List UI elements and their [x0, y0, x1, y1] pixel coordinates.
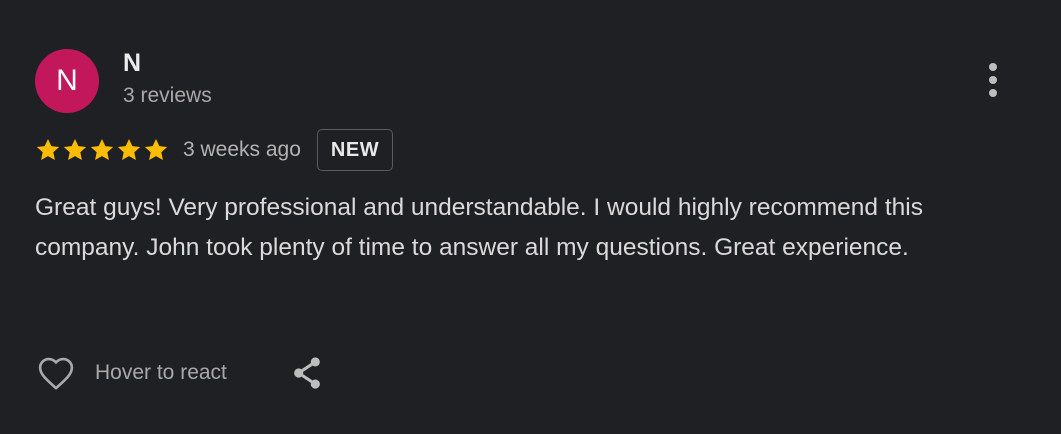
- rating-row: 3 weeks ago NEW: [35, 128, 394, 172]
- more-options-button[interactable]: [975, 58, 1011, 102]
- star-rating: [35, 137, 169, 163]
- more-vertical-icon: [989, 63, 997, 71]
- review-date: 3 weeks ago: [183, 138, 301, 161]
- review-card: N N 3 reviews 3 weeks ago NEW Great guys…: [0, 0, 1061, 434]
- review-text: Great guys! Very professional and unders…: [35, 194, 923, 261]
- heart-outline-icon: [38, 357, 74, 390]
- more-vertical-icon-dot: [989, 89, 997, 97]
- star-icon: [36, 138, 60, 160]
- star-icon: [144, 138, 168, 160]
- reviewer-name[interactable]: N: [123, 48, 141, 78]
- share-icon: [294, 357, 320, 389]
- reviewer-review-count: 3 reviews: [123, 84, 212, 107]
- star-icon: [63, 138, 87, 160]
- more-vertical-icon-dot: [989, 76, 997, 84]
- new-badge: NEW: [316, 129, 394, 171]
- star-icon: [90, 138, 114, 160]
- avatar[interactable]: N: [35, 49, 99, 113]
- review-actions: Hover to react: [35, 350, 327, 396]
- star-icon: [117, 138, 141, 160]
- react-button[interactable]: [35, 352, 77, 394]
- share-button[interactable]: [287, 352, 327, 394]
- react-label: Hover to react: [95, 361, 227, 384]
